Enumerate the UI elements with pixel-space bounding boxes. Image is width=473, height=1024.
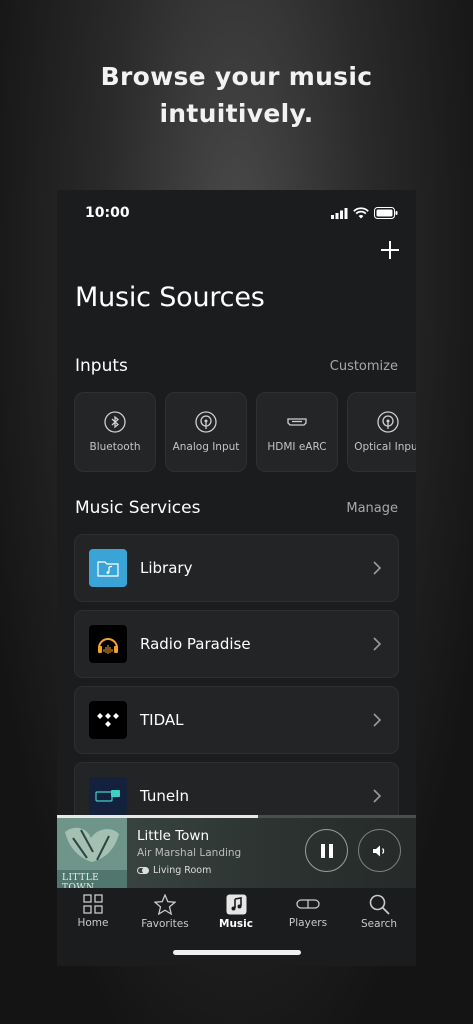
library-logo	[89, 549, 127, 587]
manage-button[interactable]: Manage	[346, 501, 398, 516]
phone-screen: 10:00 Music Sources Inputs Customize Blu…	[57, 190, 416, 966]
tunein-logo	[89, 777, 127, 815]
volume-icon	[372, 845, 384, 856]
album-art[interactable]: LITTLE TOWN	[57, 818, 127, 893]
tidal-icon	[97, 713, 119, 727]
battery-icon	[374, 207, 398, 219]
headphones-icon	[98, 638, 118, 654]
room-name: Living Room	[153, 865, 212, 876]
bluetooth-icon	[104, 411, 126, 433]
tab-players[interactable]: Players	[278, 894, 338, 929]
radio-paradise-logo	[89, 625, 127, 663]
chevron-right-icon	[373, 637, 382, 651]
service-radio-paradise[interactable]: Radio Paradise	[74, 610, 399, 678]
hdmi-icon	[287, 418, 307, 426]
tidal-logo	[89, 701, 127, 739]
input-tile-bluetooth[interactable]: Bluetooth	[74, 392, 156, 472]
input-label: Optical Input	[354, 441, 416, 453]
tab-label: Search	[360, 918, 398, 930]
tab-bar: Home Favorites Music Players Search	[57, 888, 416, 966]
input-tile-optical[interactable]: Optical Input	[347, 392, 416, 472]
tab-favorites[interactable]: Favorites	[135, 894, 195, 930]
tunein-icon	[95, 790, 120, 802]
playing-room: Living Room	[137, 865, 211, 876]
pause-icon	[320, 843, 333, 858]
chevron-right-icon	[373, 561, 382, 575]
tab-music[interactable]: Music	[206, 894, 266, 930]
now-playing-bar[interactable]: LITTLE TOWN Little Town Air Marshal Land…	[57, 815, 416, 893]
grid-icon	[83, 894, 103, 914]
headline-line-2: intuitively.	[159, 99, 314, 128]
optical-input-icon	[377, 411, 399, 433]
service-name: TIDAL	[140, 711, 184, 729]
search-icon	[369, 894, 390, 915]
inputs-section-header: Inputs Customize	[75, 356, 398, 376]
wifi-icon	[353, 207, 369, 219]
status-bar: 10:00	[85, 204, 398, 222]
services-heading: Music Services	[75, 498, 201, 518]
marketing-headline: Browse your music intuitively.	[0, 58, 473, 132]
track-title: Little Town	[137, 828, 210, 844]
chevron-right-icon	[373, 713, 382, 727]
analog-input-icon	[195, 411, 217, 433]
tab-label: Players	[288, 917, 328, 929]
headline-line-1: Browse your music	[100, 62, 373, 91]
speaker-icon	[137, 867, 149, 874]
chevron-right-icon	[373, 789, 382, 803]
status-time: 10:00	[85, 205, 130, 221]
tab-label: Favorites	[141, 918, 189, 930]
pause-button[interactable]	[305, 829, 348, 872]
service-tidal[interactable]: TIDAL	[74, 686, 399, 754]
services-section-header: Music Services Manage	[75, 498, 398, 518]
customize-button[interactable]: Customize	[330, 359, 398, 374]
service-name: Radio Paradise	[140, 635, 251, 653]
add-source-button[interactable]	[380, 240, 400, 260]
home-indicator[interactable]	[173, 950, 301, 955]
tab-label: Home	[77, 917, 109, 929]
inputs-row: Bluetooth Analog Input HDMI eARC Optical…	[74, 392, 416, 472]
input-tile-analog[interactable]: Analog Input	[165, 392, 247, 472]
star-icon	[154, 894, 176, 915]
input-tile-hdmi[interactable]: HDMI eARC	[256, 392, 338, 472]
speaker-icon	[296, 899, 320, 909]
tab-label: Music	[219, 918, 253, 930]
input-label: Bluetooth	[89, 441, 141, 453]
track-artist: Air Marshal Landing	[137, 847, 242, 859]
service-library[interactable]: Library	[74, 534, 399, 602]
page-title: Music Sources	[75, 282, 265, 313]
music-note-icon	[226, 894, 246, 915]
signal-icon	[331, 207, 348, 219]
service-name: TuneIn	[140, 787, 190, 805]
status-icons	[331, 207, 398, 219]
folder-music-icon	[97, 561, 119, 577]
input-label: HDMI eARC	[267, 441, 327, 453]
volume-button[interactable]	[358, 829, 401, 872]
inputs-heading: Inputs	[75, 356, 128, 376]
input-label: Analog Input	[172, 441, 240, 453]
service-name: Library	[140, 559, 193, 577]
tab-home[interactable]: Home	[63, 894, 123, 929]
tab-search[interactable]: Search	[349, 894, 409, 930]
